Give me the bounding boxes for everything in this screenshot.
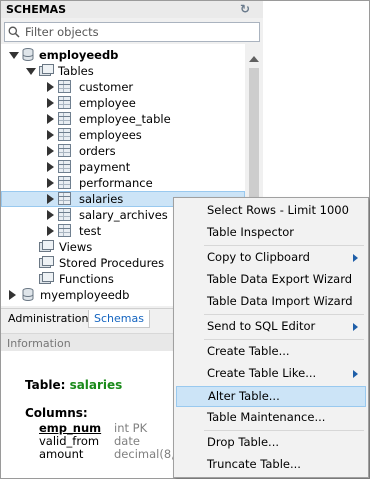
expand-arrow-icon[interactable] [26, 68, 36, 75]
table-icon [58, 80, 71, 93]
filter-box[interactable] [4, 22, 260, 42]
expand-arrow-icon[interactable] [47, 82, 54, 92]
expand-arrow-icon[interactable] [47, 194, 54, 204]
tree-item-table[interactable]: payment [1, 159, 245, 175]
expand-arrow-icon[interactable] [47, 226, 54, 236]
menu-separator [204, 339, 364, 340]
tables-folder-label: Tables [58, 64, 94, 78]
table-name-label: salaries [69, 378, 123, 392]
expand-arrow-icon[interactable] [47, 178, 54, 188]
menu-item-alter-table[interactable]: Alter Table... [176, 386, 366, 407]
menu-item-table-inspector[interactable]: Table Inspector [176, 222, 366, 243]
menu-item-drop-table[interactable]: Drop Table... [176, 432, 366, 453]
folder-icon [39, 256, 54, 268]
database-icon [22, 48, 34, 61]
table-icon [58, 144, 71, 157]
menu-item-label: Send to SQL Editor [207, 319, 316, 333]
column-type: decimal(8,2 [114, 447, 183, 461]
table-icon [58, 208, 71, 221]
refresh-icon[interactable]: ↻ [239, 2, 251, 16]
expand-arrow-icon[interactable] [47, 162, 54, 172]
tab-administration[interactable]: Administration [3, 310, 94, 328]
expand-arrow-icon[interactable] [47, 130, 54, 140]
table-label: orders [79, 144, 116, 158]
table-label: test [79, 224, 102, 238]
tree-item-tables[interactable]: Tables [1, 63, 245, 79]
context-menu: Select Rows - Limit 1000 Table Inspector… [173, 197, 369, 478]
table-prefix-label: Table: [25, 378, 70, 392]
tree-item-table[interactable]: employees [1, 127, 245, 143]
menu-item-label: Create Table Like... [207, 366, 317, 380]
scroll-up-icon[interactable] [249, 56, 259, 62]
menu-item-create-table[interactable]: Create Table... [176, 341, 366, 362]
table-icon [58, 192, 71, 205]
tree-item-table[interactable]: performance [1, 175, 245, 191]
expand-arrow-icon[interactable] [47, 146, 54, 156]
menu-item-truncate-table[interactable]: Truncate Table... [176, 454, 366, 475]
table-label: employee_table [79, 112, 171, 126]
submenu-arrow-icon [353, 323, 358, 331]
table-icon [58, 160, 71, 173]
expand-arrow-icon[interactable] [9, 290, 16, 300]
menu-item-export-wizard[interactable]: Table Data Export Wizard [176, 269, 366, 290]
db-name-label: myemployeedb [40, 288, 130, 302]
menu-item-select-rows[interactable]: Select Rows - Limit 1000 [176, 200, 366, 221]
menu-item-table-maintenance[interactable]: Table Maintenance... [176, 407, 366, 428]
expand-arrow-icon[interactable] [47, 210, 54, 220]
schemas-header: SCHEMAS ↻ [1, 1, 263, 18]
table-label: employees [79, 128, 142, 142]
table-label: salary_archives [79, 208, 168, 222]
menu-item-copy-to-clipboard[interactable]: Copy to Clipboard [176, 247, 366, 268]
menu-item-label: Copy to Clipboard [207, 250, 310, 264]
submenu-arrow-icon [353, 254, 358, 262]
folder-icon [39, 64, 54, 76]
table-icon [58, 112, 71, 125]
tab-schemas[interactable]: Schemas [88, 310, 150, 328]
table-icon [58, 96, 71, 109]
menu-item-send-to-sql-editor[interactable]: Send to SQL Editor [176, 316, 366, 337]
search-icon [8, 26, 20, 38]
tree-item-table[interactable]: employee_table [1, 111, 245, 127]
tree-item-table[interactable]: customer [1, 79, 245, 95]
table-icon [58, 224, 71, 237]
schemas-title: SCHEMAS [6, 3, 67, 16]
table-label: salaries [79, 192, 124, 206]
table-icon [58, 128, 71, 141]
tree-item-employeedb[interactable]: employeedb [1, 47, 245, 63]
expand-arrow-icon[interactable] [47, 98, 54, 108]
menu-separator [204, 314, 364, 315]
columns-title: Columns: [25, 406, 88, 420]
folder-icon [39, 240, 54, 252]
filter-input[interactable] [25, 24, 255, 40]
table-info-line: Table: salaries [25, 378, 122, 392]
table-label: performance [79, 176, 153, 190]
column-name: amount [39, 447, 84, 461]
database-icon [22, 288, 34, 301]
submenu-arrow-icon [353, 370, 358, 378]
table-icon [58, 176, 71, 189]
expand-arrow-icon[interactable] [9, 52, 19, 59]
tree-item-table[interactable]: employee [1, 95, 245, 111]
menu-item-import-wizard[interactable]: Table Data Import Wizard [176, 291, 366, 312]
menu-separator [204, 245, 364, 246]
expand-arrow-icon[interactable] [47, 114, 54, 124]
stored-procedures-label: Stored Procedures [59, 256, 165, 270]
table-label: payment [79, 160, 131, 174]
menu-separator [204, 430, 364, 431]
folder-icon [39, 272, 54, 284]
tree-item-table[interactable]: orders [1, 143, 245, 159]
menu-item-create-table-like[interactable]: Create Table Like... [176, 363, 366, 384]
views-label: Views [59, 240, 93, 254]
db-name-label: employeedb [39, 48, 119, 62]
table-label: employee [79, 96, 136, 110]
scrollbar-thumb[interactable] [249, 68, 259, 208]
functions-label: Functions [59, 272, 114, 286]
table-label: customer [79, 80, 134, 94]
